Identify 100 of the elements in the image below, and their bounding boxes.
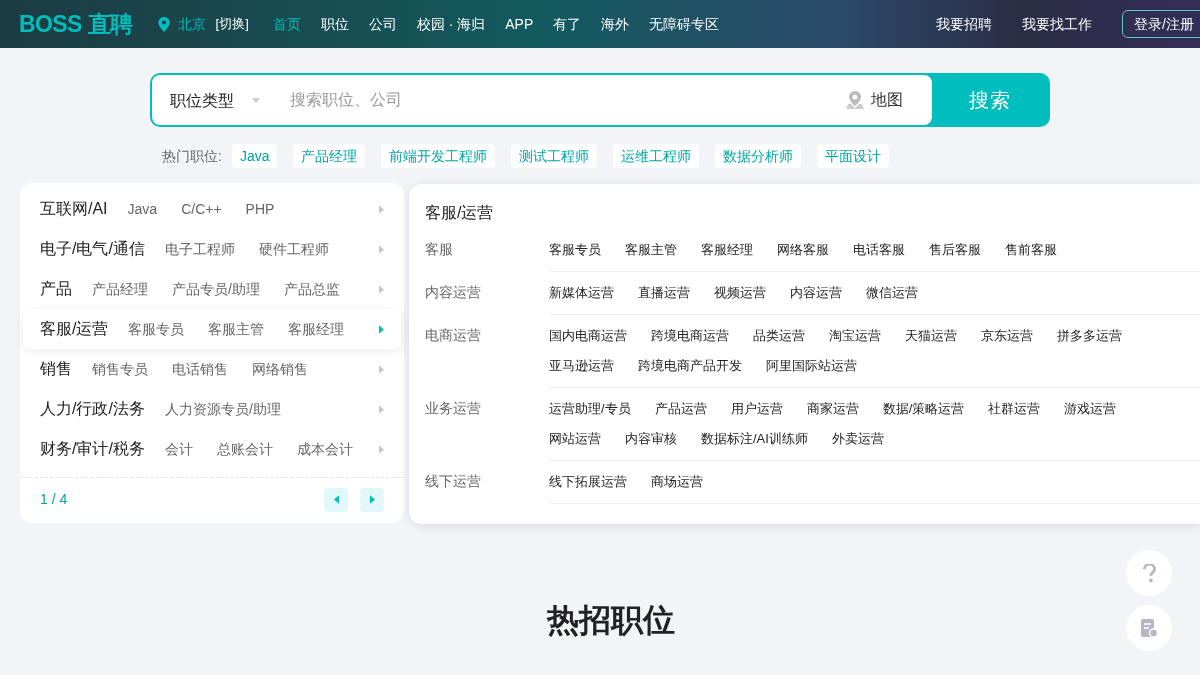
job-link[interactable]: 外卖运营	[831, 431, 884, 446]
resume-button[interactable]	[1126, 605, 1172, 651]
category-job-link[interactable]: 网络销售	[252, 358, 308, 380]
job-link[interactable]: 内容运营	[790, 285, 842, 300]
nav-link[interactable]: 公司	[358, 13, 407, 35]
location-pin-icon	[157, 16, 170, 32]
category-job-link[interactable]: 总账会计	[216, 438, 273, 460]
header-link[interactable]: 我要找工作	[1022, 13, 1093, 35]
category-job-link[interactable]: Java	[127, 198, 158, 220]
job-link[interactable]: 电话客服	[853, 242, 905, 257]
job-link[interactable]: 淘宝运营	[829, 328, 881, 343]
category-job-link[interactable]: 电子工程师	[164, 238, 235, 260]
next-page-button[interactable]	[360, 487, 384, 512]
login-button[interactable]: 登录/注册	[1122, 10, 1200, 38]
question-icon	[1142, 563, 1156, 583]
job-link[interactable]: 网站运营	[549, 431, 601, 446]
group-label: 电商运营	[425, 326, 482, 345]
group-label: 客服	[425, 240, 454, 259]
job-link[interactable]: 售前客服	[1005, 242, 1057, 257]
job-link[interactable]: 客服专员	[549, 242, 601, 257]
job-link[interactable]: 直播运营	[638, 285, 690, 300]
job-link[interactable]: 数据标注/AI训练师	[701, 431, 808, 446]
job-link[interactable]: 数据/策略运营	[882, 401, 965, 416]
job-link[interactable]: 跨境电商产品开发	[638, 358, 742, 373]
category-job-link[interactable]: 产品总监	[283, 278, 340, 300]
nav-link[interactable]: 首页	[262, 13, 311, 35]
nav-link[interactable]: 有了	[543, 13, 592, 35]
category-name: 人力/行政/法务	[40, 399, 145, 419]
job-link[interactable]: 用户运营	[730, 401, 783, 416]
category-job-link[interactable]: 成本会计	[296, 438, 353, 460]
previous-page-button[interactable]	[324, 487, 348, 512]
help-button[interactable]	[1126, 550, 1172, 596]
nav-link[interactable]: 海外	[591, 13, 640, 35]
category-job-link[interactable]: 会计	[164, 438, 193, 460]
job-link[interactable]: 拼多多运营	[1057, 328, 1122, 343]
right-arrow-icon	[379, 284, 384, 294]
job-link[interactable]: 商场运营	[651, 474, 703, 489]
logo[interactable]: BOSS 直聘	[19, 6, 133, 42]
right-arrow-icon	[379, 444, 384, 454]
category-row[interactable]: 销售 销售专员 电话销售 网络销售	[23, 349, 401, 389]
job-link[interactable]: 客服经理	[701, 242, 753, 257]
category-job-link[interactable]: 硬件工程师	[258, 238, 329, 260]
category-row[interactable]: 互联网/AI Java C/C++ PHP	[23, 189, 401, 229]
job-link[interactable]: 亚马逊运营	[549, 358, 614, 373]
job-type-dropdown[interactable]: 职位类型	[170, 89, 234, 113]
job-link[interactable]: 运营助理/专员	[549, 401, 631, 416]
left-arrow-icon	[333, 495, 339, 504]
job-link[interactable]: 售后客服	[929, 242, 981, 257]
job-link[interactable]: 天猫运营	[905, 328, 957, 343]
job-link[interactable]: 网络客服	[777, 242, 829, 257]
map-link[interactable]: 地图	[871, 88, 903, 112]
search-field[interactable]: 职位类型 搜索职位、公司 地图	[152, 75, 932, 125]
job-link[interactable]: 线下拓展运营	[549, 474, 627, 489]
category-job-link[interactable]: 产品经理	[92, 278, 148, 300]
category-job-link[interactable]: 客服专员	[128, 318, 185, 340]
job-link[interactable]: 客服主管	[625, 242, 677, 257]
nav-link[interactable]: 校园 · 海归	[406, 13, 496, 35]
category-name: 财务/审计/税务	[40, 439, 145, 459]
nav-link[interactable]: 职位	[310, 13, 359, 35]
job-link[interactable]: 商家运营	[806, 401, 859, 416]
nav-link[interactable]: APP	[495, 13, 544, 35]
job-link[interactable]: 视频运营	[714, 285, 766, 300]
category-row[interactable]: 人力/行政/法务 人力资源专员/助理	[23, 389, 401, 429]
job-link[interactable]: 产品运营	[654, 401, 707, 416]
job-link[interactable]: 社群运营	[988, 401, 1041, 416]
category-job-link[interactable]: 客服主管	[208, 318, 265, 340]
job-link[interactable]: 新媒体运营	[549, 285, 614, 300]
job-link[interactable]: 跨境电商运营	[651, 328, 729, 343]
category-row[interactable]: 电子/电气/通信 电子工程师 硬件工程师	[23, 229, 401, 269]
job-link[interactable]: 阿里国际站运营	[766, 358, 857, 373]
job-link[interactable]: 品类运营	[753, 328, 805, 343]
section-title: 热招职位	[547, 601, 675, 640]
switch-city-link[interactable]: [切换]	[215, 14, 249, 34]
city-label: 北京	[177, 14, 206, 34]
right-arrow-icon	[379, 364, 384, 374]
category-job-link[interactable]: C/C++	[181, 198, 222, 220]
category-row[interactable]: 财务/审计/税务 会计 总账会计 成本会计	[23, 429, 401, 469]
category-job-link[interactable]: 客服经理	[288, 318, 345, 340]
page-indicator: 1 / 4	[40, 490, 68, 509]
category-job-link[interactable]: 产品专员/助理	[172, 278, 260, 300]
category-row[interactable]: 客服/运营 客服专员 客服主管 客服经理	[23, 309, 401, 349]
job-link[interactable]: 内容审核	[625, 431, 677, 446]
group-label: 内容运营	[425, 283, 482, 302]
nav-link[interactable]: 无障碍专区	[639, 13, 730, 35]
category-name: 客服/运营	[40, 319, 109, 339]
right-arrow-icon	[379, 324, 384, 334]
group-label: 线下运营	[425, 472, 482, 491]
job-link[interactable]: 京东运营	[981, 328, 1033, 343]
header-link[interactable]: 我要招聘	[936, 13, 993, 35]
job-link[interactable]: 国内电商运营	[549, 328, 627, 343]
hot-jobs-label: 热门职位:	[162, 146, 222, 166]
panel-title: 客服/运营	[425, 203, 495, 223]
category-job-link[interactable]: 电话销售	[172, 358, 228, 380]
category-row[interactable]: 产品 产品经理 产品专员/助理 产品总监	[23, 269, 401, 309]
category-job-link[interactable]: 人力资源专员/助理	[164, 398, 281, 420]
job-link[interactable]: 游戏运营	[1064, 401, 1117, 416]
search-input[interactable]: 搜索职位、公司	[290, 88, 845, 112]
category-job-link[interactable]: PHP	[245, 198, 275, 220]
category-job-link[interactable]: 销售专员	[92, 358, 148, 380]
job-link[interactable]: 微信运营	[866, 285, 918, 300]
